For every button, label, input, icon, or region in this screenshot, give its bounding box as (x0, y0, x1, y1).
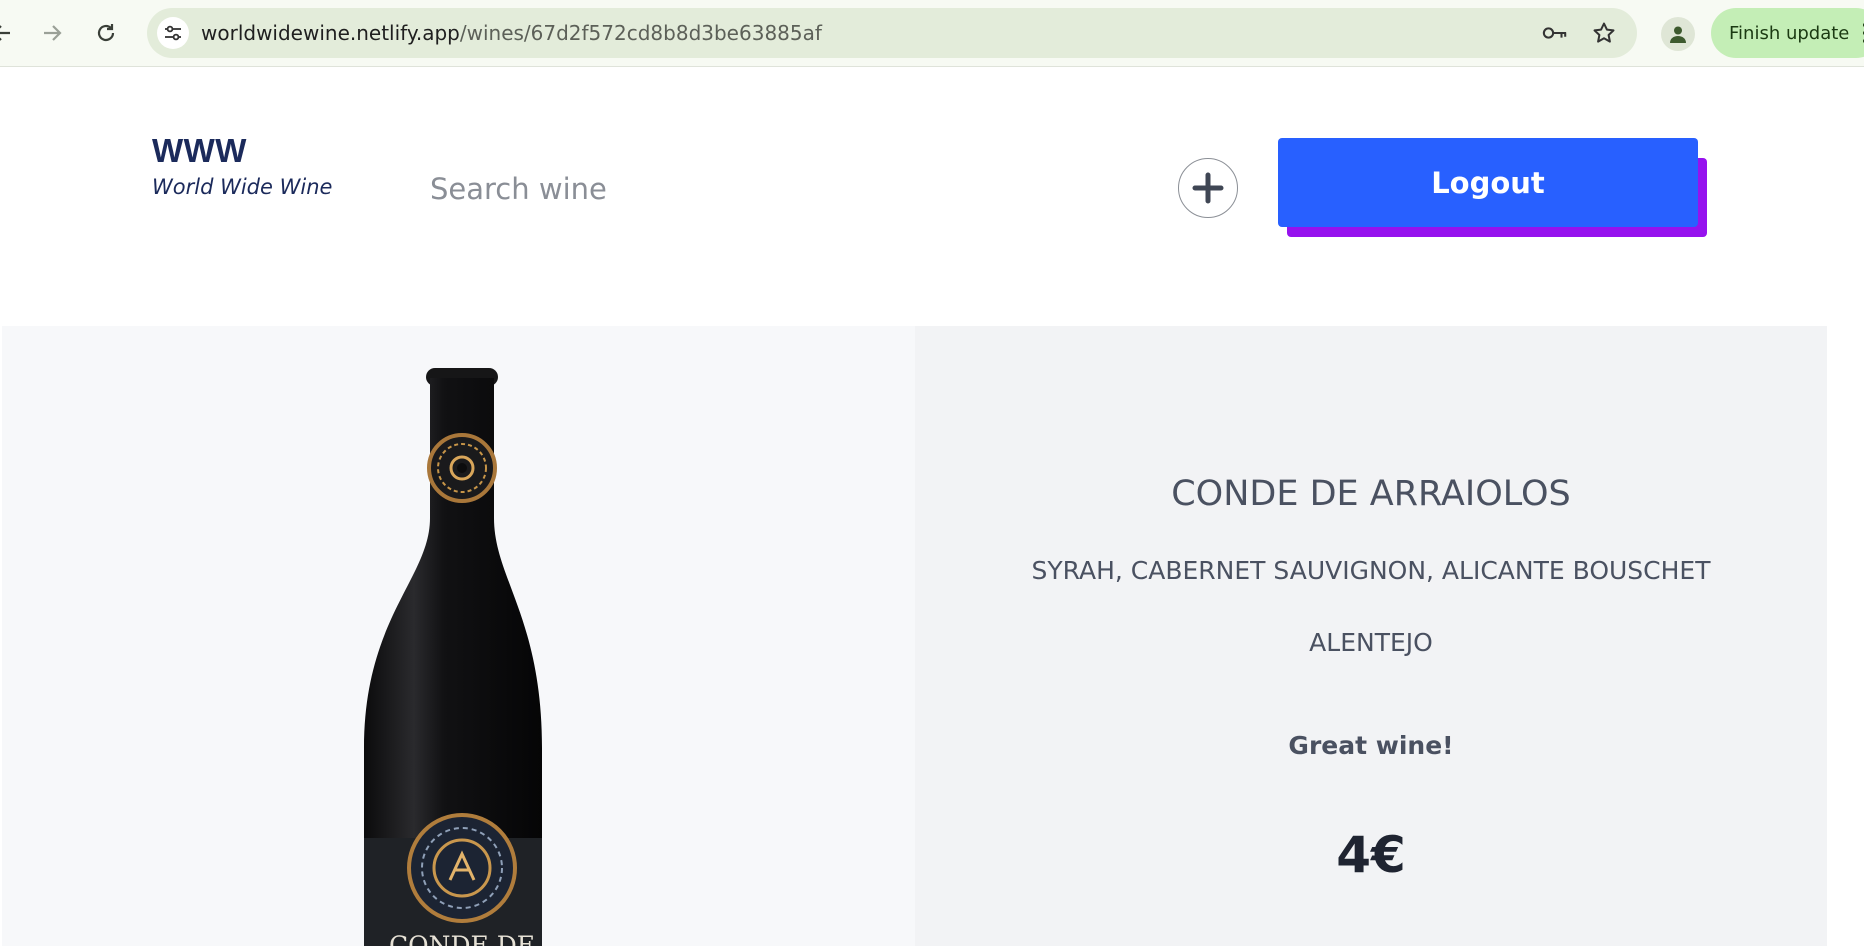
wine-info-panel: CONDE DE ARRAIOLOS SYRAH, CABERNET SAUVI… (915, 326, 1827, 946)
wine-bottle-image: CONDE DE (364, 368, 542, 946)
site-info-button[interactable] (157, 17, 189, 49)
url-host: worldwidewine.netlify.app (201, 21, 460, 45)
url-text[interactable]: worldwidewine.netlify.app/wines/67d2f572… (201, 8, 822, 58)
passwords-button[interactable] (1542, 20, 1568, 46)
tune-icon (165, 25, 181, 41)
add-wine-button[interactable] (1178, 158, 1238, 218)
star-icon (1593, 22, 1615, 43)
logout-button[interactable]: Logout (1278, 138, 1698, 227)
logo-title[interactable]: WWW (152, 132, 247, 170)
bookmark-button[interactable] (1591, 20, 1617, 46)
wine-review: Great wine! (1288, 731, 1454, 760)
arrow-left-icon (0, 25, 10, 41)
logo-subtitle: World Wide Wine (152, 175, 333, 199)
browser-toolbar: worldwidewine.netlify.app/wines/67d2f572… (0, 0, 1864, 67)
search-input[interactable] (428, 166, 992, 212)
finish-update-label: Finish update (1729, 22, 1850, 44)
reload-button[interactable] (90, 17, 122, 49)
plus-icon (1192, 172, 1224, 204)
profile-button[interactable] (1661, 17, 1695, 51)
key-icon (1542, 27, 1567, 39)
person-icon (1670, 26, 1686, 43)
finish-update-button[interactable]: Finish update (1711, 8, 1864, 58)
reload-icon (97, 24, 115, 42)
forward-button[interactable] (36, 17, 68, 49)
address-bar[interactable]: worldwidewine.netlify.app/wines/67d2f572… (147, 8, 1637, 58)
arrow-right-icon (44, 25, 62, 41)
wine-name: CONDE DE ARRAIOLOS (1171, 474, 1571, 514)
back-button[interactable] (0, 17, 18, 49)
wine-image-panel: CONDE DE (2, 326, 915, 946)
url-path: /wines/67d2f572cd8b8d3be63885af (459, 21, 822, 45)
wine-grapes: SYRAH, CABERNET SAUVIGNON, ALICANTE BOUS… (1031, 556, 1711, 585)
bottle-label-text: CONDE DE (389, 931, 535, 946)
wine-price: 4€ (1336, 826, 1406, 884)
wine-region: ALENTEJO (1309, 628, 1433, 657)
